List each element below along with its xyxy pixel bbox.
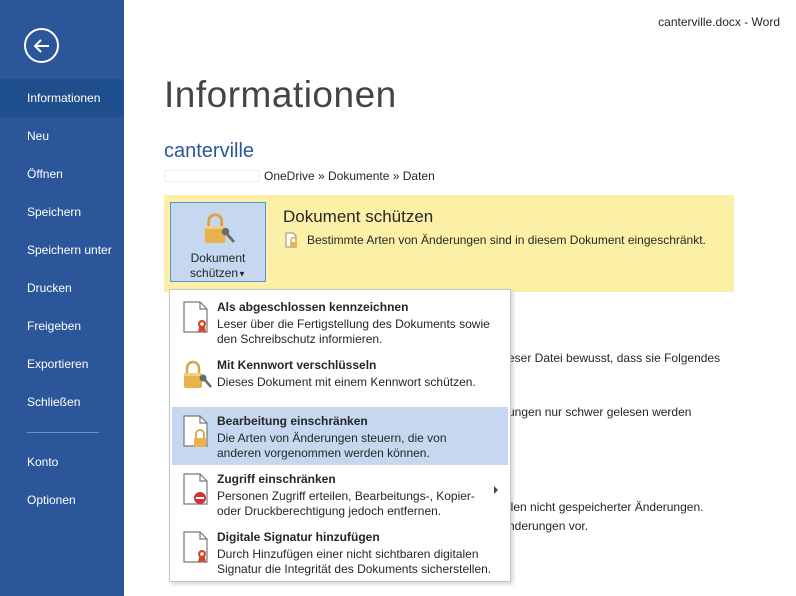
- sidebar-item-oeffnen[interactable]: Öffnen: [0, 155, 124, 193]
- lock-key-icon: [204, 213, 236, 243]
- menu-item-title: Bearbeitung einschränken: [217, 414, 368, 428]
- menu-item-desc-line: Leser über die Fertigstellung des Dokume…: [217, 317, 490, 331]
- menu-item-desc-line: Personen Zugriff erteilen, Bearbeitungs-…: [217, 489, 475, 503]
- menu-item-title: Mit Kennwort verschlüsseln: [217, 358, 377, 372]
- page-title: Informationen: [164, 74, 397, 115]
- sidebar-divider: [27, 432, 99, 433]
- menu-item-restrict-access[interactable]: Zugriff einschränken Personen Zugriff er…: [172, 465, 508, 523]
- submenu-arrow-icon: [494, 486, 498, 494]
- sidebar-item-label: Informationen: [27, 91, 101, 105]
- menu-item-restrict-editing[interactable]: Bearbeitung einschränken Die Arten von Ä…: [172, 407, 508, 465]
- menu-item-title: Zugriff einschränken: [217, 472, 336, 486]
- menu-item-description: Durch Hinzufügen einer nicht sichtbaren …: [217, 547, 497, 577]
- info-text-3: llen nicht gespeicherter Änderungen.: [508, 500, 704, 514]
- sidebar-item-label: Speichern: [27, 205, 82, 219]
- menu-item-encrypt-password[interactable]: Mit Kennwort verschlüsseln Dieses Dokume…: [172, 351, 508, 409]
- window-title: canterville.docx - Word: [658, 15, 780, 29]
- document-lock-icon: [183, 415, 208, 447]
- menu-item-desc-line: den Schreibschutz informieren.: [217, 332, 383, 346]
- path-redaction: [164, 170, 260, 182]
- sidebar-item-label: Exportieren: [27, 357, 89, 371]
- sidebar-item-drucken[interactable]: Drucken: [0, 269, 124, 307]
- protect-button-label-line2: schützen: [190, 265, 239, 280]
- sidebar-item-label: Konto: [27, 455, 59, 469]
- sidebar-item-optionen[interactable]: Optionen: [0, 481, 124, 519]
- sidebar-item-speichern[interactable]: Speichern: [0, 193, 124, 231]
- document-ribbon-icon: [183, 301, 208, 333]
- protect-document-menu: Als abgeschlossen kennzeichnen Leser übe…: [169, 289, 511, 582]
- menu-item-desc-line: Die Arten von Änderungen steuern, die vo…: [217, 431, 447, 445]
- lock-key-icon: [184, 360, 212, 388]
- info-text-4: nderungen vor.: [508, 519, 589, 533]
- backstage-sidebar: Informationen Neu Öffnen Speichern Speic…: [0, 0, 124, 596]
- menu-item-desc-line: Signatur die Integrität des Dokuments si…: [217, 562, 492, 576]
- document-restricted-icon: [183, 473, 208, 505]
- menu-item-description: Die Arten von Änderungen steuern, die vo…: [217, 431, 497, 461]
- sidebar-item-neu[interactable]: Neu: [0, 117, 124, 155]
- menu-item-description: Dieses Dokument mit einem Kennwort schüt…: [217, 375, 497, 390]
- sidebar-item-label: Schließen: [27, 395, 81, 409]
- info-text-2: ungen nur schwer gelesen werden: [508, 405, 692, 419]
- document-lock-icon: [285, 232, 297, 248]
- document-path: OneDrive » Dokumente » Daten: [164, 169, 435, 183]
- back-button[interactable]: [24, 28, 59, 63]
- document-signature-icon: [183, 531, 208, 563]
- path-text: OneDrive » Dokumente » Daten: [264, 169, 435, 183]
- menu-item-desc-line: Durch Hinzufügen einer nicht sichtbaren …: [217, 547, 479, 561]
- sidebar-item-label: Speichern unter: [27, 243, 112, 257]
- sidebar-item-freigeben[interactable]: Freigeben: [0, 307, 124, 345]
- menu-item-desc-line: anderen vorgenommen werden können.: [217, 446, 430, 460]
- info-text-1: eser Datei bewusst, dass sie Folgendes: [508, 351, 721, 365]
- protect-document-button[interactable]: Dokument schützen▼: [170, 202, 266, 282]
- sidebar-item-informationen[interactable]: Informationen: [0, 79, 124, 117]
- protect-document-panel: Dokument schützen▼ Dokument schützen Bes…: [164, 195, 734, 292]
- menu-item-title: Digitale Signatur hinzufügen: [217, 530, 380, 544]
- sidebar-item-schliessen[interactable]: Schließen: [0, 383, 124, 421]
- protect-button-label-line1: Dokument: [190, 250, 246, 265]
- sidebar-item-exportieren[interactable]: Exportieren: [0, 345, 124, 383]
- protect-heading: Dokument schützen: [283, 207, 434, 226]
- arrow-left-icon: [33, 38, 49, 53]
- protect-description-row: Bestimmte Arten von Änderungen sind in d…: [285, 232, 706, 248]
- menu-item-description: Leser über die Fertigstellung des Dokume…: [217, 317, 497, 347]
- sidebar-item-label: Öffnen: [27, 167, 63, 181]
- document-name: canterville: [164, 140, 255, 162]
- chevron-down-icon: ▼: [238, 269, 246, 278]
- menu-item-title: Als abgeschlossen kennzeichnen: [217, 300, 409, 314]
- sidebar-item-label: Neu: [27, 129, 50, 143]
- sidebar-item-speichern-unter[interactable]: Speichern unter: [0, 231, 124, 269]
- sidebar-item-label: Freigeben: [27, 319, 82, 333]
- menu-item-mark-final[interactable]: Als abgeschlossen kennzeichnen Leser übe…: [172, 293, 508, 351]
- sidebar-item-label: Optionen: [27, 493, 76, 507]
- protect-description: Bestimmte Arten von Änderungen sind in d…: [307, 233, 706, 247]
- menu-item-description: Personen Zugriff erteilen, Bearbeitungs-…: [217, 489, 497, 519]
- menu-item-digital-signature[interactable]: Digitale Signatur hinzufügen Durch Hinzu…: [172, 523, 508, 581]
- sidebar-item-label: Drucken: [27, 281, 72, 295]
- menu-item-desc-line: oder Druckberechtigung jedoch entfernen.: [217, 504, 442, 518]
- menu-item-desc-line: Dieses Dokument mit einem Kennwort schüt…: [217, 375, 476, 389]
- sidebar-item-konto[interactable]: Konto: [0, 443, 124, 481]
